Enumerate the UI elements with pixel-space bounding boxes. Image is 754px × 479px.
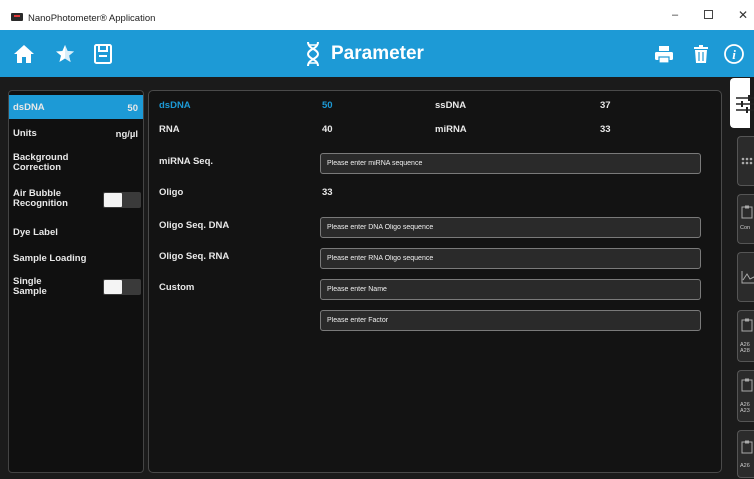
trash-icon [694, 45, 708, 63]
single-sample-toggle[interactable] [103, 279, 141, 295]
chart-icon [741, 271, 754, 284]
mirna-label: miRNA [435, 124, 467, 135]
toolbar: Parameter i [0, 30, 754, 77]
ssdna-label: ssDNA [435, 100, 467, 111]
oligo-label: Oligo [159, 187, 184, 198]
clipboard-icon [741, 318, 753, 332]
settings-item-sample-loading[interactable]: Sample Loading [9, 249, 143, 269]
rna-label: RNA [159, 124, 180, 135]
parameter-panel: dsDNA 50 ssDNA 37 RNA 40 miRNA 33 miRNA … [148, 90, 722, 473]
tab-wells[interactable] [737, 136, 754, 186]
delete-button[interactable] [689, 42, 713, 66]
settings-item-background-correction[interactable]: Background Correction [9, 151, 143, 179]
settings-item-value: ng/µl [115, 129, 138, 140]
window-title: NanoPhotometer® Application [28, 13, 156, 24]
settings-item-single-sample: Single Sample [9, 275, 143, 301]
rna-value[interactable]: 40 [322, 124, 333, 135]
settings-item-units[interactable]: Units ng/µl [9, 121, 143, 145]
settings-item-label: dsDNA [13, 102, 45, 113]
tab-label: Con [740, 225, 751, 231]
save-button[interactable] [91, 42, 115, 66]
toggle-knob [104, 193, 122, 207]
settings-item-label: Units [13, 128, 37, 139]
settings-item-label: Dye Label [13, 227, 58, 238]
tab-label: A26 A28 [740, 342, 750, 354]
air-bubble-toggle[interactable] [103, 192, 141, 208]
settings-item-value: 50 [127, 103, 138, 114]
tab-label: A26 [740, 463, 750, 469]
tab-absorbance-a26[interactable]: A26 [737, 430, 754, 478]
settings-panel: dsDNA 50 Units ng/µl Background Correcti… [8, 90, 144, 473]
sliders-icon [736, 95, 754, 113]
toggle-knob [104, 280, 122, 294]
oligo-rna-input[interactable] [320, 248, 701, 269]
tab-label: A26 A23 [740, 402, 750, 414]
settings-item-label: Sample Loading [13, 253, 87, 264]
clipboard-icon [741, 440, 753, 454]
tab-ratio-a26-a28[interactable]: A26 A28 [737, 310, 754, 362]
oligo-value[interactable]: 33 [322, 187, 333, 198]
dots-icon [741, 157, 753, 165]
print-icon [655, 46, 673, 64]
clipboard-icon [741, 378, 753, 392]
info-button[interactable]: i [722, 42, 746, 66]
custom-name-input[interactable] [320, 279, 701, 300]
app-window: NanoPhotometer® Application – ✕ Paramete… [0, 0, 754, 479]
clipboard-icon [741, 205, 753, 219]
info-icon: i [724, 44, 744, 64]
favorites-button[interactable] [53, 42, 77, 66]
oligo-dna-input[interactable] [320, 217, 701, 238]
mirna-sequence-input[interactable] [320, 153, 701, 174]
tab-parameters[interactable] [730, 78, 754, 128]
settings-item-label: Single Sample [13, 276, 47, 297]
settings-item-dsdna[interactable]: dsDNA 50 [9, 95, 143, 119]
print-button[interactable] [652, 42, 676, 66]
tab-ratio-a26-a23[interactable]: A26 A23 [737, 370, 754, 422]
mirna-seq-label: miRNA Seq. [159, 156, 214, 167]
toolbar-title: Parameter [305, 40, 424, 68]
app-logo-icon [11, 13, 23, 21]
settings-item-air-bubble-recognition: Air Bubble Recognition [9, 187, 143, 213]
oligo-seq-dna-label: Oligo Seq. DNA [159, 220, 230, 231]
save-icon [94, 44, 112, 64]
page-title: Parameter [331, 43, 424, 64]
right-tab-strip: Con A26 A28 A26 A23 A26 [730, 78, 754, 479]
svg-text:i: i [732, 47, 736, 62]
home-icon [14, 45, 34, 63]
settings-item-label: Air Bubble Recognition [13, 188, 68, 209]
tab-concentration[interactable]: Con [737, 194, 754, 244]
tab-chart[interactable] [737, 252, 754, 302]
oligo-seq-rna-label: Oligo Seq. RNA [159, 251, 230, 262]
mirna-value[interactable]: 33 [600, 124, 611, 135]
maximize-button[interactable] [704, 10, 713, 19]
custom-label: Custom [159, 282, 195, 293]
home-button[interactable] [12, 42, 36, 66]
ssdna-value[interactable]: 37 [600, 100, 611, 111]
custom-factor-input[interactable] [320, 310, 701, 331]
dsdna-value[interactable]: 50 [322, 100, 333, 111]
close-button[interactable]: ✕ [738, 8, 748, 22]
minimize-button[interactable]: – [672, 9, 678, 21]
dsdna-label: dsDNA [159, 100, 191, 111]
settings-item-label: Background Correction [13, 152, 69, 173]
settings-item-dye-label[interactable]: Dye Label [9, 223, 143, 243]
dna-icon [306, 41, 320, 67]
title-bar: NanoPhotometer® Application – ✕ [0, 0, 754, 30]
star-icon [56, 45, 74, 62]
